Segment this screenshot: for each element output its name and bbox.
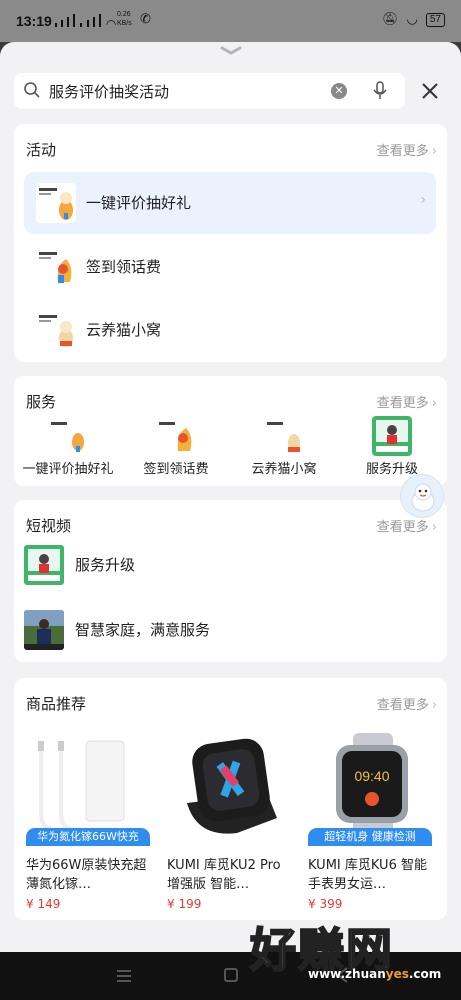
service-icon (48, 416, 88, 456)
charger-image-icon (26, 733, 156, 843)
close-icon[interactable] (420, 81, 440, 101)
activity-item[interactable]: 一键评价抽好礼 › (24, 172, 436, 234)
watermark-url-a: www.zhuan (308, 967, 386, 981)
clear-icon[interactable]: ✕ (331, 83, 347, 99)
product-tag: 华为氮化镓66W快充 (26, 828, 150, 846)
service-item[interactable]: 云养猫小窝 (230, 416, 338, 477)
svg-text:09:40: 09:40 (354, 768, 389, 784)
smartwatch-image-icon (167, 733, 297, 843)
search-bar[interactable]: 服务评价抽奖活动 ✕ (14, 73, 405, 109)
chevron-right-icon: › (431, 520, 437, 535)
activity-item[interactable]: 云养猫小窝 (24, 299, 436, 361)
service-item[interactable]: 一键评价抽好礼 (14, 416, 122, 477)
search-sheet: 服务评价抽奖活动 ✕ 活动 查看更多 › 一键评价抽好礼 › 签到领话费 云养猫小… (0, 42, 461, 952)
signal-icons: ◠ (55, 14, 116, 31)
service-item[interactable]: 签到领话费 (122, 416, 230, 477)
products-more-link[interactable]: 查看更多 › (377, 694, 437, 713)
service-icon (156, 416, 196, 456)
activity-label: 云养猫小窝 (86, 321, 162, 339)
activities-card: 活动 查看更多 › 一键评价抽好礼 › 签到领话费 云养猫小窝 (14, 124, 447, 362)
video-thumb-icon (24, 545, 64, 585)
product-price: ¥ 199 (167, 897, 202, 911)
smartwatch-image-icon: 09:40 (308, 733, 438, 843)
services-card: 服务 查看更多 › 一键评价抽好礼 签到领话费 云养猫小窝 服务升级 (14, 376, 447, 486)
phone-icon: ✆ (140, 12, 151, 27)
mic-icon[interactable] (372, 81, 388, 101)
products-card: 商品推荐 查看更多 › 华为氮化镓66W快充 华为66W原装快充超薄氮化镓… ¥ … (14, 678, 447, 920)
service-item[interactable]: 服务升级 (338, 416, 446, 477)
status-right: 🔕︎ ◡ 57 (382, 12, 445, 27)
service-icon (264, 416, 304, 456)
product-price: ¥ 399 (308, 897, 343, 911)
video-item[interactable]: 服务升级 (24, 541, 436, 591)
video-thumb-icon (24, 610, 64, 650)
activities-more-link[interactable]: 查看更多 › (377, 140, 437, 159)
home-icon[interactable] (224, 968, 238, 982)
videos-card: 短视频 查看更多 › 服务升级 智慧家庭，满意服务 (14, 500, 447, 662)
wifi-icon: ◠ (105, 17, 117, 31)
product-name: KUMI 库觅KU6 智能手表男女运… (308, 858, 427, 892)
chevron-right-icon: › (431, 698, 437, 713)
search-input[interactable]: 服务评价抽奖活动 (49, 81, 169, 102)
signal-1-icon (55, 14, 76, 31)
activity-label: 一键评价抽好礼 (86, 194, 192, 212)
activity-label: 签到领话费 (86, 258, 162, 276)
assistant-mascot-icon (411, 483, 435, 512)
watermark: 好赚网 www.zhuanyes.com (249, 914, 441, 981)
product-price: ¥ 149 (26, 897, 61, 911)
videos-title: 短视频 (26, 517, 72, 535)
menu-icon[interactable] (117, 969, 131, 983)
activities-title: 活动 (26, 141, 57, 159)
chevron-right-icon: › (431, 396, 437, 411)
chevron-right-icon: › (420, 192, 426, 208)
product-name: 华为66W原装快充超薄氮化镓… (26, 858, 147, 892)
battery-icon: 57 (425, 12, 445, 27)
network-speed: 0.26 KB/s (117, 11, 132, 27)
status-bar: 13:19 ◠ 0.26 KB/s ✆ 🔕︎ ◡ 57 (0, 0, 461, 42)
headphone-icon: ◡ (406, 12, 418, 27)
watermark-url: www.zhuanyes.com (308, 967, 441, 981)
mute-icon: 🔕︎ (382, 12, 399, 27)
services-title: 服务 (26, 393, 57, 411)
more-label: 查看更多 (376, 520, 429, 535)
services-more-link[interactable]: 查看更多 › (377, 392, 437, 411)
more-label: 查看更多 (376, 396, 429, 411)
activity-thumb-icon (36, 183, 76, 223)
service-label: 一键评价抽好礼 (22, 462, 114, 477)
video-label: 服务升级 (75, 556, 136, 574)
product-tag: 超轻机身 健康检测 (308, 828, 432, 846)
service-icon (372, 416, 412, 456)
search-icon (24, 82, 40, 98)
watermark-url-b: yes (385, 967, 409, 981)
watermark-url-c: .com (408, 967, 442, 981)
product-name: KUMI 库觅KU2 Pro增强版 智能… (167, 858, 281, 892)
activity-item[interactable]: 签到领话费 (24, 236, 436, 298)
assistant-floating-button[interactable] (400, 474, 444, 518)
activity-thumb-icon (36, 247, 76, 287)
video-item[interactable]: 智慧家庭，满意服务 (24, 606, 436, 656)
collapse-handle-icon[interactable] (220, 46, 242, 56)
video-label: 智慧家庭，满意服务 (75, 621, 211, 639)
service-label: 云养猫小窝 (251, 462, 317, 477)
service-label: 签到领话费 (143, 462, 209, 477)
chevron-right-icon: › (431, 144, 437, 159)
more-label: 查看更多 (376, 698, 429, 713)
status-time: 13:19 (16, 13, 52, 29)
signal-2-icon (80, 14, 101, 31)
activity-thumb-icon (36, 310, 76, 350)
products-title: 商品推荐 (26, 695, 87, 713)
more-label: 查看更多 (376, 144, 429, 159)
